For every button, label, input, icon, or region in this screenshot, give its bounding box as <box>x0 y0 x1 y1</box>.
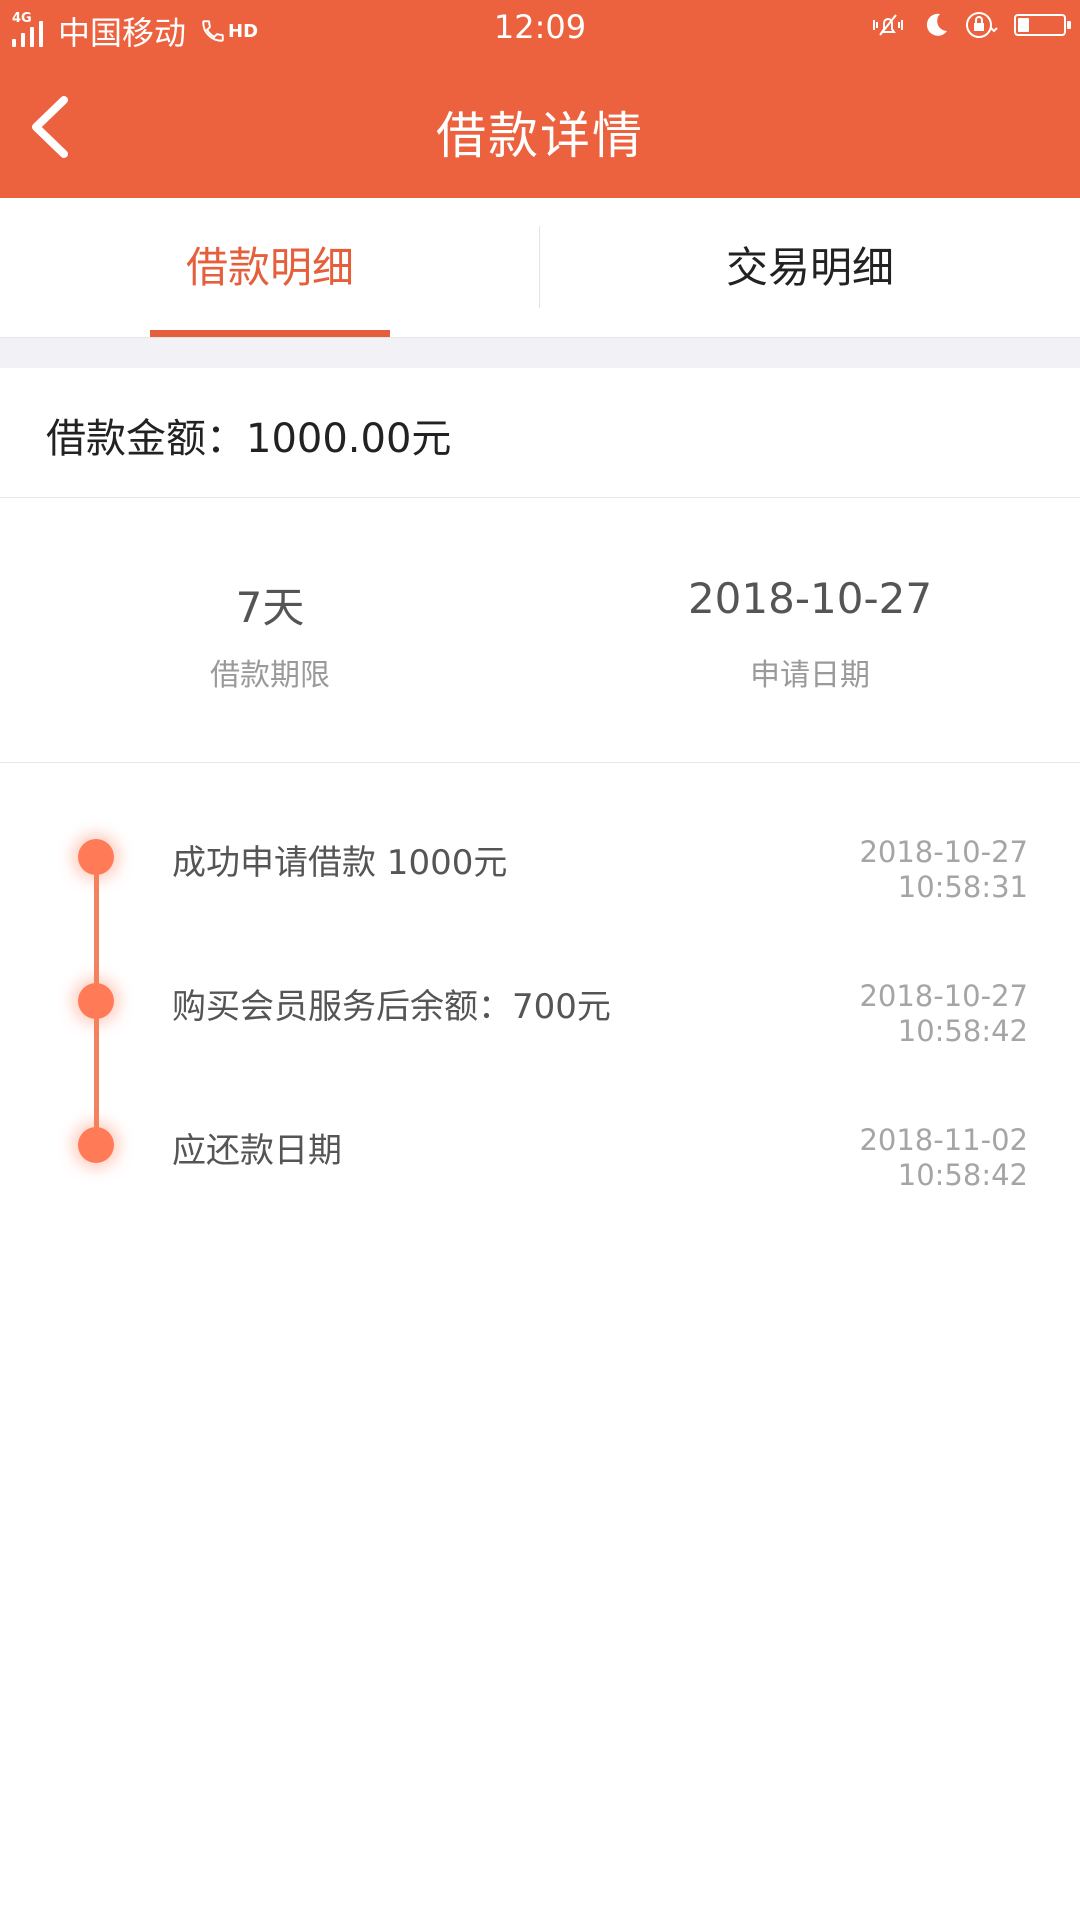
loan-amount-row: 借款金额：1000.00元 <box>0 368 1080 498</box>
timeline-timestamp: 2018-10-27 10:58:42 <box>859 979 1028 1049</box>
status-right <box>856 10 1071 40</box>
app-bar: 借款详情 <box>0 56 1080 198</box>
page-title: 借款详情 <box>436 107 644 165</box>
status-bar: 4G 中国移动 HD 12:09 <box>0 0 1080 56</box>
loan-term-value: 7天 <box>235 583 305 632</box>
timeline-text: 成功申请借款 1000元 <box>172 843 508 883</box>
timeline-date: 2018-11-02 <box>859 1123 1028 1157</box>
timeline-item: 购买会员服务后余额：700元 2018-10-27 10:58:42 <box>0 907 1080 1048</box>
timeline-text: 购买会员服务后余额：700元 <box>172 987 611 1027</box>
loan-stats: 7天 借款期限 2018-10-27 申请日期 <box>0 498 1080 763</box>
timeline-dot <box>78 839 114 875</box>
loan-amount: 借款金额：1000.00元 <box>46 416 452 462</box>
tab-bar: 借款明细 交易明细 <box>0 198 1080 338</box>
loan-timeline: 成功申请借款 1000元 2018-10-27 10:58:31 购买会员服务后… <box>0 763 1080 1223</box>
timeline-time: 10:58:42 <box>897 1158 1028 1192</box>
vibrate-mute-icon <box>873 14 903 36</box>
battery-icon <box>1014 14 1071 36</box>
timeline-time: 10:58:42 <box>897 1014 1028 1048</box>
moon-icon <box>926 13 947 36</box>
loan-term-label: 借款期限 <box>210 658 330 693</box>
battery-level <box>1018 18 1029 32</box>
timeline-timestamp: 2018-11-02 10:58:42 <box>859 1123 1028 1193</box>
timeline-timestamp: 2018-10-27 10:58:31 <box>859 835 1028 905</box>
timeline-date: 2018-10-27 <box>859 979 1028 1013</box>
active-tab-indicator <box>150 330 390 337</box>
section-spacer <box>0 338 1080 368</box>
timeline-date: 2018-10-27 <box>859 835 1028 869</box>
tab-loan-details[interactable]: 借款明细 <box>0 198 540 338</box>
timeline-dot <box>78 1127 114 1163</box>
timeline-item: 应还款日期 2018-11-02 10:58:42 <box>0 1051 1080 1192</box>
tab-transaction-details[interactable]: 交易明细 <box>540 198 1080 338</box>
apply-date-value: 2018-10-27 <box>687 574 933 623</box>
timeline-item: 成功申请借款 1000元 2018-10-27 10:58:31 <box>0 763 1080 904</box>
timeline-text: 应还款日期 <box>172 1131 342 1171</box>
apply-date-label: 申请日期 <box>750 658 870 693</box>
timeline-dot <box>78 983 114 1019</box>
rotation-lock-icon <box>966 12 998 38</box>
timeline-time: 10:58:31 <box>897 870 1028 904</box>
top-header: 4G 中国移动 HD 12:09 借款详情 <box>0 0 1080 198</box>
